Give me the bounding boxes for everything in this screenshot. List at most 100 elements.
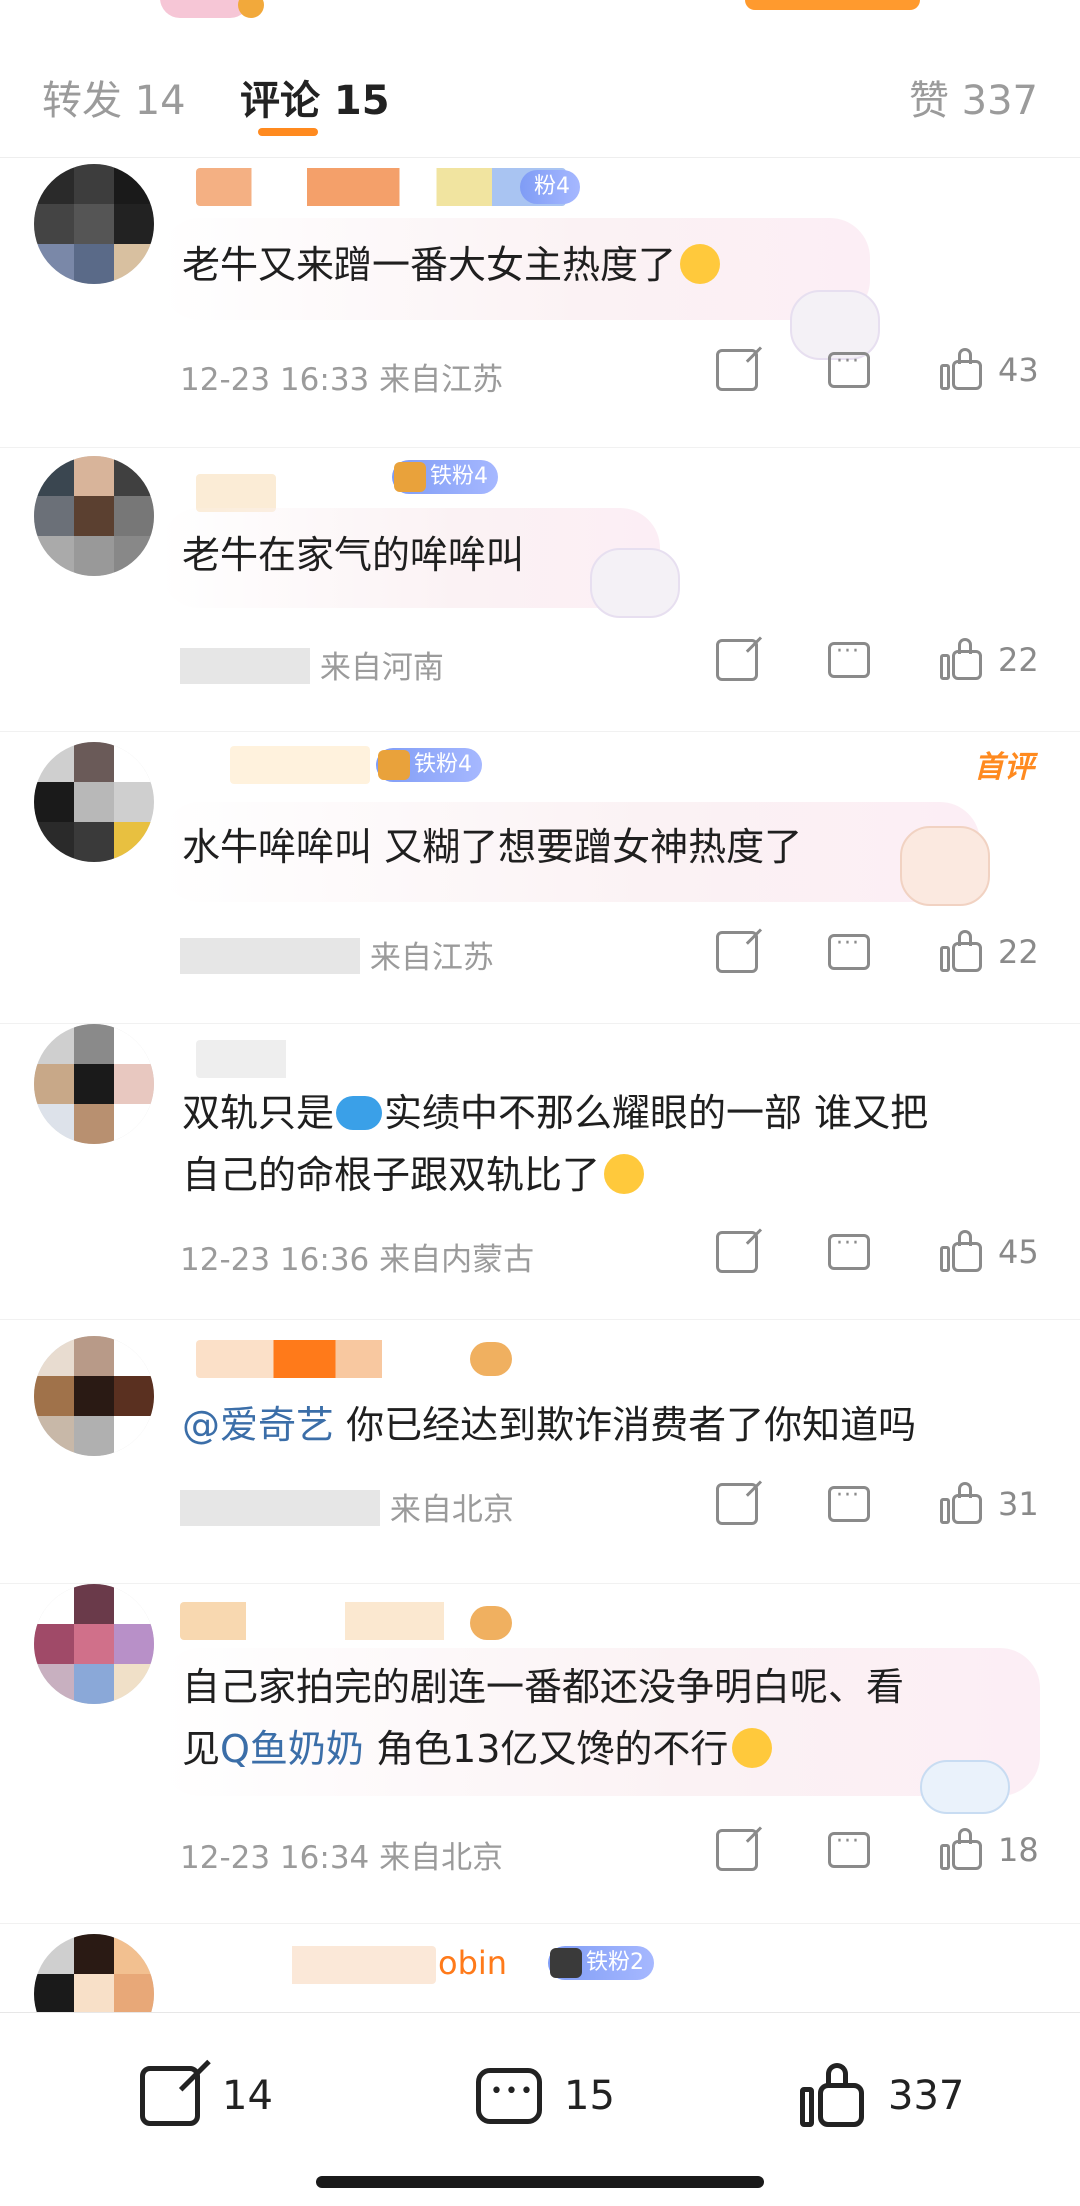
- username-masked[interactable]: [196, 474, 276, 512]
- share-icon[interactable]: [716, 349, 758, 391]
- like-icon[interactable]: [940, 1482, 984, 1526]
- comment-actions: 43: [646, 346, 1042, 394]
- reply-icon[interactable]: [828, 931, 870, 970]
- like-icon: [800, 2063, 866, 2129]
- avatar[interactable]: [34, 164, 154, 284]
- comment-meta: 12-23 16:36 来自内蒙古: [180, 1242, 535, 1278]
- comment-text-content: 老牛又来蹭一番大女主热度了: [182, 243, 677, 287]
- comment-text: 老牛在家气的哞哞叫: [182, 533, 525, 577]
- username-masked[interactable]: [196, 1040, 496, 1078]
- vomit-emoji-icon: [680, 244, 721, 284]
- fan-badge: 铁粉2: [548, 1946, 654, 1980]
- like-icon[interactable]: [940, 1828, 984, 1872]
- username-masked[interactable]: [196, 1946, 436, 1984]
- crown-icon: [378, 750, 410, 780]
- repost-count: 14: [222, 2073, 273, 2119]
- mention-link[interactable]: @爱奇艺: [182, 1403, 334, 1447]
- like-count: 337: [888, 2073, 965, 2119]
- avatar: [160, 0, 250, 18]
- like-icon[interactable]: [940, 930, 984, 974]
- like-button[interactable]: 337: [800, 2061, 964, 2131]
- comment-text: 水牛哞哞叫 又糊了想要蹭女神热度了: [182, 825, 803, 869]
- detail-tabs: 转发 14 评论 15 赞 337: [0, 28, 1080, 158]
- avatar[interactable]: [34, 1024, 154, 1144]
- tab-likes[interactable]: 赞 337: [909, 68, 1038, 126]
- comment-text: 老牛又来蹭一番大女主热度了: [182, 234, 721, 296]
- comment-item: @爱奇艺 你已经达到欺诈消费者了你知道吗 来自北京 31: [0, 1320, 1080, 1584]
- like-count: 18: [998, 1831, 1039, 1869]
- username-masked[interactable]: [180, 1602, 510, 1640]
- like-icon[interactable]: [940, 348, 984, 392]
- share-icon[interactable]: [716, 1483, 758, 1525]
- like-count: 43: [998, 351, 1039, 389]
- username-masked[interactable]: [196, 1340, 506, 1378]
- comment-item: 铁粉4 老牛在家气的哞哞叫 来自河南 22: [0, 448, 1080, 732]
- comment-item: 铁粉4 首评 水牛哞哞叫 又糊了想要蹭女神热度了 来自江苏 22: [0, 732, 1080, 1024]
- comment-text-content: 自己的命根子跟双轨比了: [182, 1153, 601, 1197]
- comment-actions: 22: [646, 636, 1042, 684]
- fan-badge-label: 粉4: [534, 174, 570, 199]
- comment-text-content: 你已经达到欺诈消费者了你知道吗: [334, 1403, 917, 1447]
- comment-text: @爱奇艺 你已经达到欺诈消费者了你知道吗: [182, 1394, 916, 1456]
- reply-icon[interactable]: [828, 1483, 870, 1522]
- share-icon: [140, 2066, 200, 2126]
- comment-text-content: 实绩中不那么耀眼的一部 谁又把: [384, 1091, 929, 1135]
- comment-item: 自己家拍完的剧连一番都还没争明白呢、看 见Q鱼奶奶 角色13亿又馋的不行 12-…: [0, 1584, 1080, 1924]
- snow-globe-sticker-icon: [590, 548, 680, 618]
- share-icon[interactable]: [716, 1829, 758, 1871]
- reply-icon[interactable]: [828, 1231, 870, 1270]
- comment-actions: 18: [646, 1826, 1042, 1874]
- topic-link[interactable]: Q鱼奶奶: [220, 1727, 364, 1771]
- username-masked[interactable]: [230, 746, 370, 784]
- comment-location: 来自江苏: [369, 940, 494, 976]
- repost-button[interactable]: 14: [140, 2061, 273, 2131]
- avatar[interactable]: [34, 1336, 154, 1456]
- tab-comments[interactable]: 评论 15: [240, 68, 390, 126]
- comment-actions: 31: [646, 1480, 1042, 1528]
- fan-badge: 铁粉4: [376, 748, 482, 782]
- fish-icon: [336, 1096, 383, 1130]
- username-masked[interactable]: [196, 168, 566, 206]
- comment-button[interactable]: 15: [476, 2061, 615, 2131]
- avatar[interactable]: [34, 1584, 154, 1704]
- fan-badge: 铁粉4: [392, 460, 498, 494]
- comment-item: 粉4 老牛又来蹭一番大女主热度了 12-23 16:33 来自江苏 43: [0, 158, 1080, 448]
- reply-icon[interactable]: [828, 1829, 870, 1868]
- comment-meta: 来自北京: [180, 1484, 514, 1529]
- home-indicator[interactable]: [316, 2176, 764, 2188]
- avatar[interactable]: [34, 742, 154, 862]
- drool-emoji-icon: [732, 1728, 773, 1768]
- comment-actions: 22: [646, 928, 1042, 976]
- reply-icon[interactable]: [828, 349, 870, 388]
- fan-badge: [470, 1606, 512, 1640]
- like-count: 22: [998, 933, 1039, 971]
- comment-item: 双轨只是 实绩中不那么耀眼的一部 谁又把 自己的命根子跟双轨比了 12-23 16…: [0, 1024, 1080, 1320]
- avatar[interactable]: [34, 456, 154, 576]
- comment-text-content: 双轨只是: [182, 1091, 335, 1135]
- like-icon[interactable]: [940, 1230, 984, 1274]
- cat-sticker-icon: [900, 826, 990, 906]
- fan-badge-label: 铁粉2: [586, 1950, 644, 1975]
- username-fragment[interactable]: obin: [438, 1944, 507, 1982]
- reply-icon[interactable]: [828, 639, 870, 678]
- crown-icon: [550, 1948, 582, 1978]
- comment-text-content: 角色13亿又馋的不行: [363, 1727, 729, 1771]
- comment-actions: 45: [646, 1228, 1042, 1276]
- laugh-cry-emoji-icon: [604, 1154, 645, 1194]
- fan-badge: [470, 1342, 512, 1376]
- like-count: 31: [998, 1485, 1039, 1523]
- comment-count: 15: [564, 2073, 615, 2119]
- comment-text: 自己家拍完的剧连一番都还没争明白呢、看 见Q鱼奶奶 角色13亿又馋的不行: [182, 1656, 904, 1780]
- like-icon[interactable]: [940, 638, 984, 682]
- tab-reposts[interactable]: 转发 14: [42, 68, 186, 126]
- share-icon[interactable]: [716, 639, 758, 681]
- follow-button[interactable]: [745, 0, 920, 10]
- share-icon[interactable]: [716, 931, 758, 973]
- comment-location: 来自河南: [319, 650, 444, 686]
- active-tab-indicator: [258, 128, 318, 136]
- top-comment-label: 首评: [974, 750, 1034, 785]
- fan-badge-label: 铁粉4: [414, 752, 472, 777]
- comment-icon: [476, 2068, 542, 2124]
- comment-meta: 来自江苏: [180, 932, 494, 977]
- share-icon[interactable]: [716, 1231, 758, 1273]
